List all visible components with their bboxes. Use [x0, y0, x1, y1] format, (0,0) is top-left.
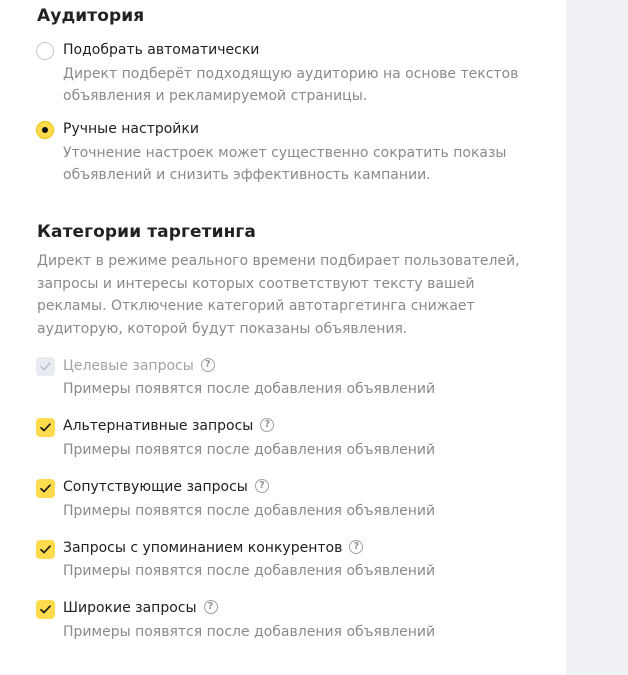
help-icon[interactable]: ? [349, 540, 364, 554]
category-label-text[interactable]: Запросы с упоминанием конкурентов [63, 540, 342, 556]
checkbox-alternative-queries[interactable] [36, 418, 55, 437]
checkbox-broad-queries[interactable] [36, 600, 55, 619]
radio-dot [42, 127, 48, 133]
audience-title: Аудитория [37, 6, 145, 26]
category-label[interactable]: Сопутствующие запросы? [63, 479, 269, 495]
category-hint: Примеры появятся после добавления объявл… [63, 624, 436, 640]
radio-manual[interactable] [36, 121, 54, 139]
checkbox-target-queries [36, 357, 55, 376]
radio-auto-label[interactable]: Подобрать автоматически [63, 42, 259, 58]
category-label-text[interactable]: Альтернативные запросы [63, 418, 253, 434]
radio-auto[interactable] [36, 42, 54, 60]
check-icon [40, 423, 51, 432]
targeting-title: Категории таргетинга [37, 222, 256, 242]
category-label-text: Целевые запросы [63, 358, 194, 374]
help-icon[interactable]: ? [260, 418, 275, 432]
category-hint: Примеры появятся после добавления объявл… [63, 503, 436, 519]
settings-panel: Аудитория Подобрать автоматически Директ… [0, 0, 566, 675]
checkbox-competitor-queries[interactable] [36, 540, 55, 559]
category-hint: Примеры появятся после добавления объявл… [63, 563, 436, 579]
category-hint: Примеры появятся после добавления объявл… [63, 381, 436, 397]
category-hint: Примеры появятся после добавления объявл… [63, 442, 436, 458]
side-background [566, 0, 628, 675]
help-icon[interactable]: ? [200, 358, 215, 372]
category-label-text[interactable]: Сопутствующие запросы [63, 479, 248, 495]
category-label[interactable]: Альтернативные запросы? [63, 418, 275, 434]
checkbox-related-queries[interactable] [36, 479, 55, 498]
category-label-text[interactable]: Широкие запросы [63, 600, 197, 616]
help-icon[interactable]: ? [254, 479, 269, 493]
help-icon[interactable]: ? [203, 600, 218, 614]
radio-manual-label[interactable]: Ручные настройки [63, 121, 199, 137]
check-icon [40, 545, 51, 554]
category-label[interactable]: Запросы с упоминанием конкурентов? [63, 540, 364, 556]
check-icon [40, 484, 51, 493]
radio-manual-description: Уточнение настроек может существенно сок… [63, 145, 507, 183]
category-label: Целевые запросы? [63, 358, 215, 374]
radio-auto-description: Директ подберёт подходящую аудиторию на … [63, 66, 519, 104]
check-icon [40, 362, 51, 371]
category-label[interactable]: Широкие запросы? [63, 600, 218, 616]
targeting-description: Директ в режиме реального времени подбир… [37, 253, 520, 337]
check-icon [40, 605, 51, 614]
